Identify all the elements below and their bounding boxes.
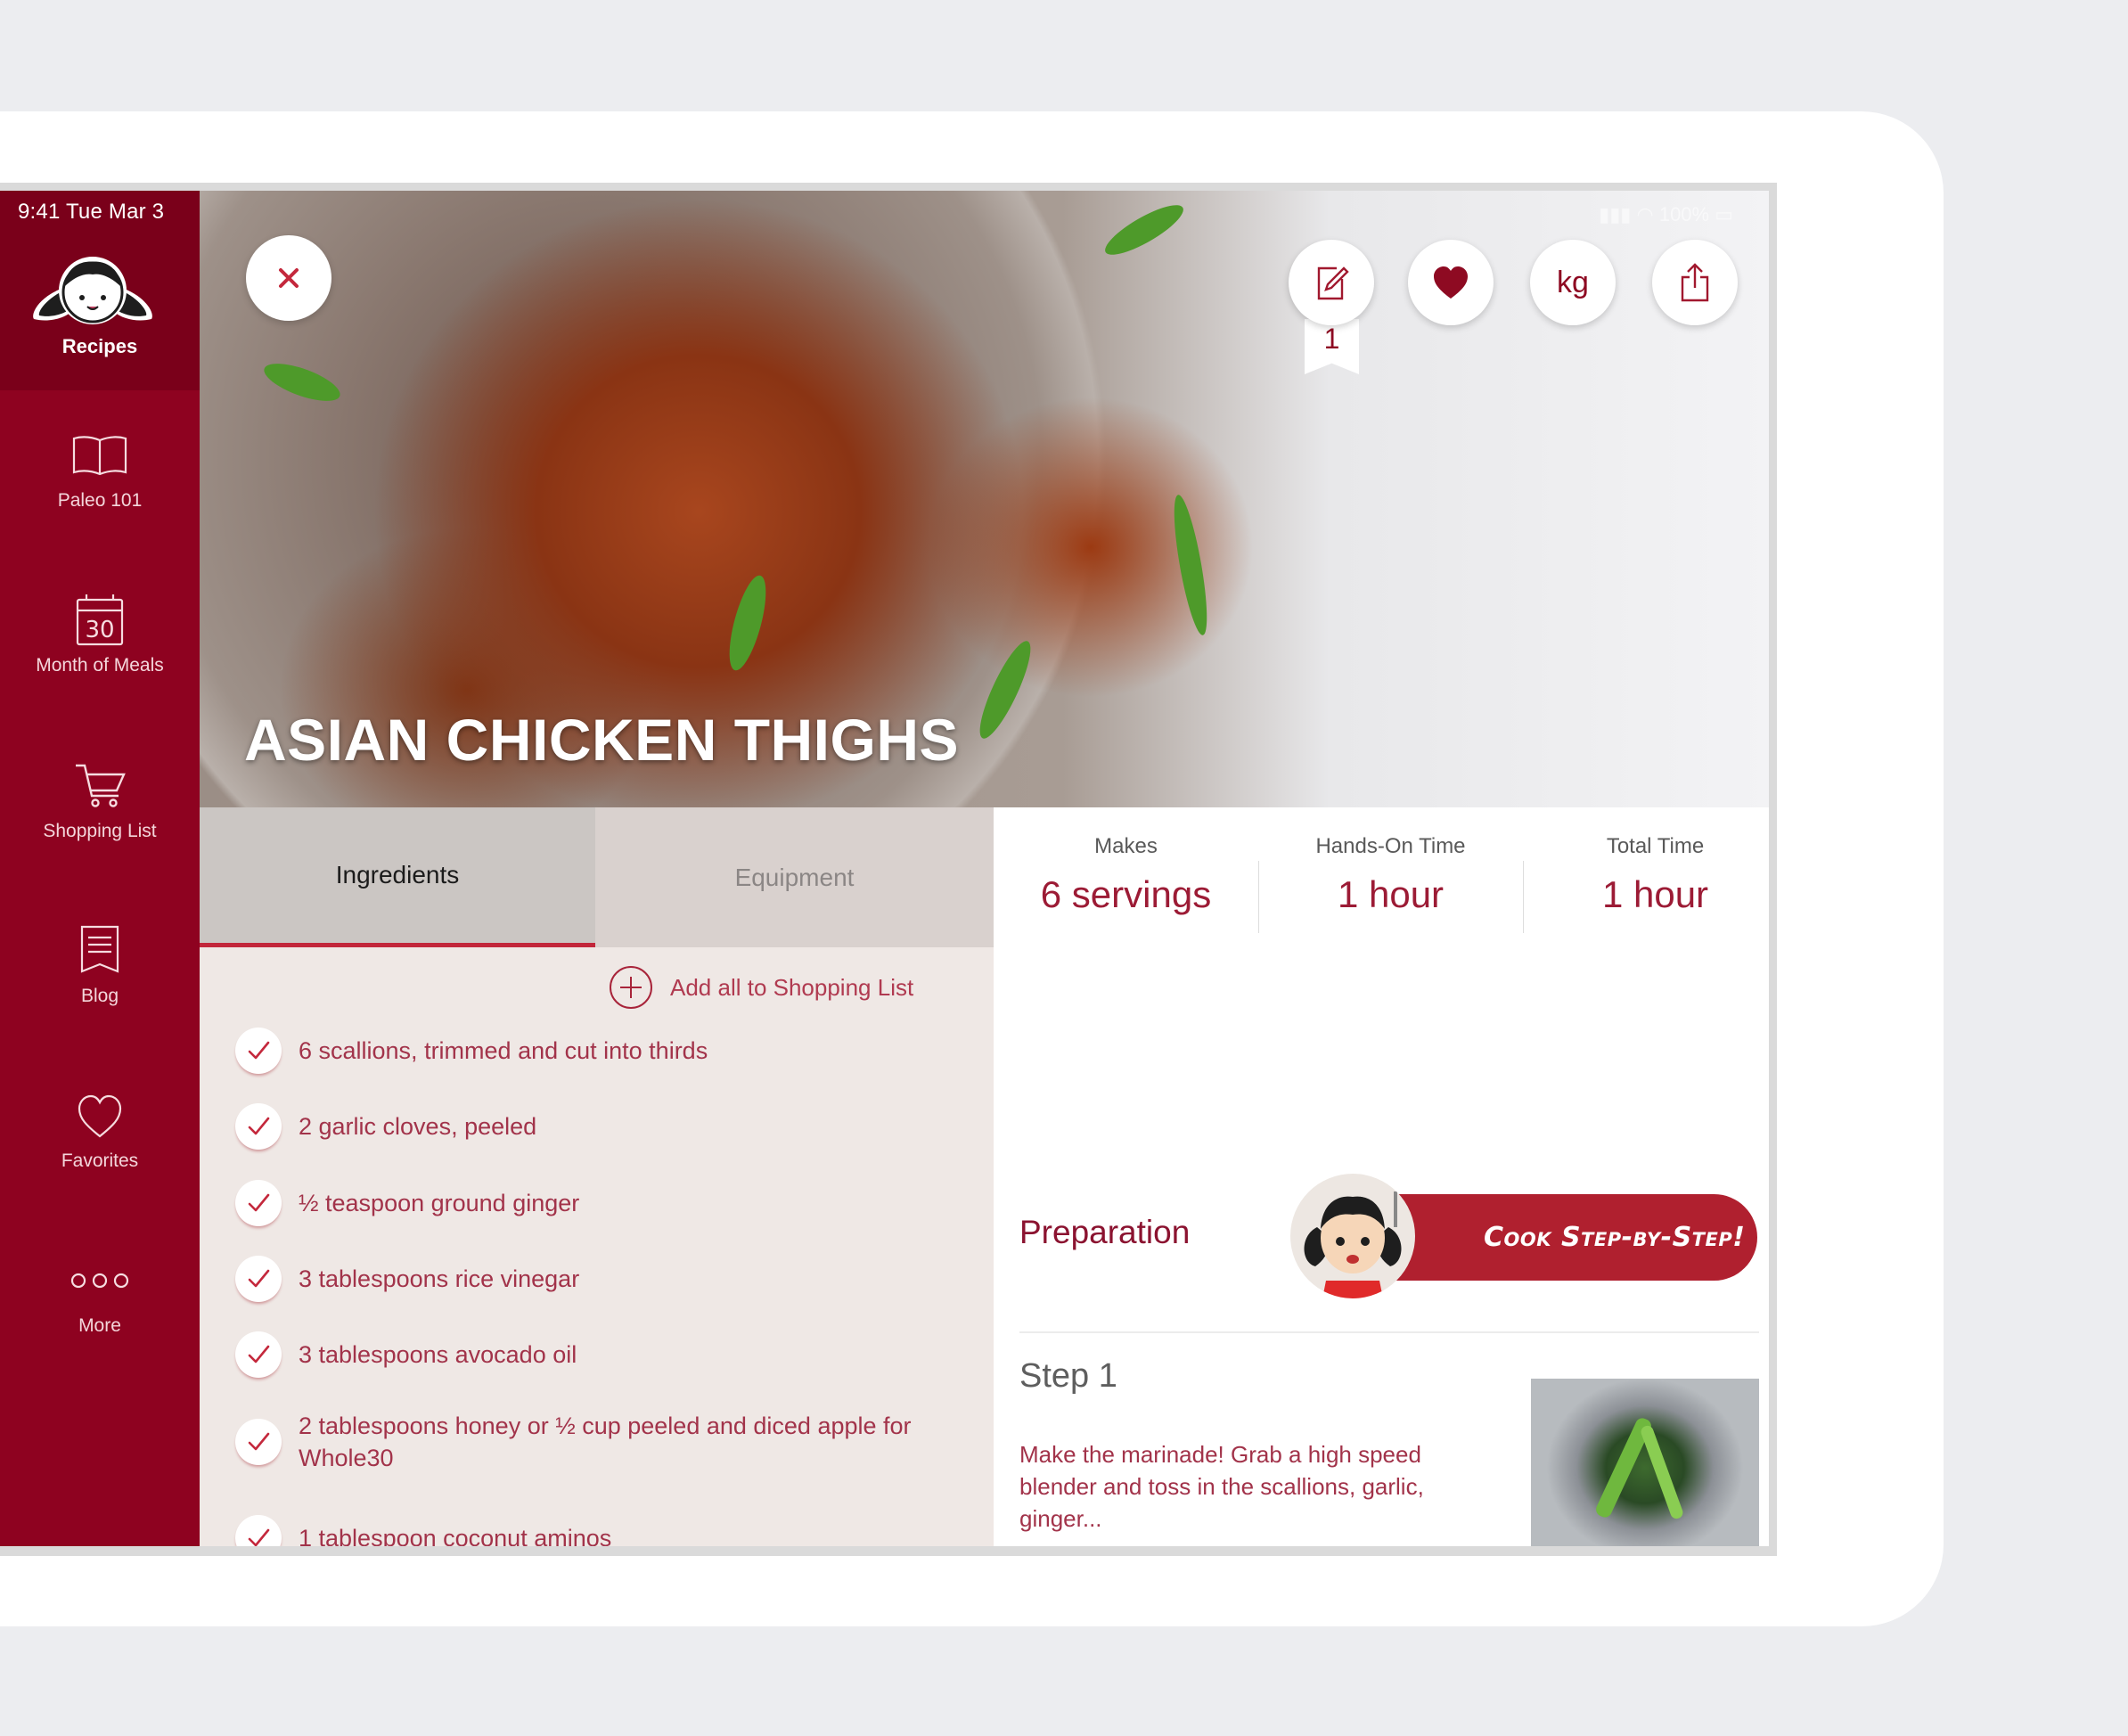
ingredient-checkbox[interactable] xyxy=(235,1256,282,1302)
ingredient-text: 3 tablespoons avocado oil xyxy=(299,1341,577,1368)
ingredient-checkbox[interactable] xyxy=(235,1180,282,1226)
ingredient-checkbox[interactable] xyxy=(235,1103,282,1150)
notes-button[interactable] xyxy=(1289,240,1374,325)
sidebar-item-more[interactable]: More xyxy=(0,1249,200,1401)
scallion-garnish xyxy=(259,356,345,409)
step-1-title: Step 1 xyxy=(1019,1357,1117,1395)
favorite-button[interactable] xyxy=(1408,240,1494,325)
ingredient-row: 3 tablespoons rice vinegar xyxy=(235,1256,984,1302)
chevron-right-icon: › xyxy=(1761,1220,1769,1255)
status-indicators: ▮▮▮ ◠ 100% ▭ xyxy=(1599,203,1733,225)
sidebar-item-favorites[interactable]: Favorites xyxy=(0,1085,200,1236)
ingredient-text: 3 tablespoons rice vinegar xyxy=(299,1265,580,1292)
sidebar-item-label: Shopping List xyxy=(43,821,157,841)
open-book-icon xyxy=(72,436,127,476)
ingredient-checkbox[interactable] xyxy=(235,1515,282,1546)
stat-makes: Makes 6 servings xyxy=(994,834,1258,916)
tab-ingredients[interactable]: Ingredients xyxy=(200,807,595,947)
stat-value: 1 hour xyxy=(1601,873,1709,915)
scallion-garnish xyxy=(1099,196,1190,264)
divider xyxy=(1019,1331,1759,1333)
ingredient-row: 3 tablespoons avocado oil xyxy=(235,1331,984,1378)
ingredient-checkbox[interactable] xyxy=(235,1419,282,1465)
sidebar-item-blog[interactable]: Blog xyxy=(0,920,200,1071)
ingredient-checkbox[interactable] xyxy=(235,1028,282,1074)
step-1-text: Make the marinade! Grab a high speed ble… xyxy=(1019,1441,1424,1532)
cook-step-by-step-button[interactable]: Cook Step-by-Step! › xyxy=(1384,1194,1769,1281)
scallion-garnish xyxy=(1167,493,1214,637)
plus-circle-icon xyxy=(610,966,652,1009)
ingredient-row: ½ teaspoon ground ginger xyxy=(235,1180,984,1226)
preparation-heading: Preparation xyxy=(1019,1214,1191,1250)
recipe-title: ASIAN CHICKEN THIGHS xyxy=(244,707,960,773)
calendar-icon: 30 xyxy=(76,594,124,646)
heart-outline-icon xyxy=(78,1094,122,1138)
recipe-details-panel: Makes 6 servings Hands-On Time 1 hour To… xyxy=(994,807,1769,1546)
ingredient-row: 2 garlic cloves, peeled xyxy=(235,1103,984,1150)
sidebar-item-label: Recipes xyxy=(61,335,138,357)
ingredient-row: 1 tablespoon coconut aminos xyxy=(235,1515,984,1546)
sidebar-item-shopping-list[interactable]: Shopping List xyxy=(0,755,200,906)
share-button[interactable] xyxy=(1652,240,1738,325)
status-time-date: 9:41 Tue Mar 3 xyxy=(18,200,165,224)
add-all-label: Add all to Shopping List xyxy=(670,973,914,1001)
sidebar-item-month-of-meals[interactable]: 30 Month of Meals xyxy=(0,589,200,741)
sidebar-item-label: Month of Meals xyxy=(36,655,164,676)
stat-label: Hands-On Time xyxy=(1315,834,1466,858)
ingredients-equipment-tabs: Ingredients Equipment xyxy=(200,807,994,947)
more-dots-icon xyxy=(70,1273,129,1289)
ingredient-row: 2 tablespoons honey or ½ cup peeled and … xyxy=(235,1410,984,1474)
checkmark-icon xyxy=(248,1528,270,1546)
units-label: kg xyxy=(1557,265,1589,299)
edit-note-icon xyxy=(1317,266,1349,300)
add-all-to-shopping-list-button[interactable]: Add all to Shopping List xyxy=(610,965,913,1010)
ingredients-list: Add all to Shopping List 6 scallions, tr… xyxy=(200,947,994,1546)
ingredient-text: 2 garlic cloves, peeled xyxy=(299,1113,537,1140)
sidebar-item-label: Blog xyxy=(80,986,119,1006)
ingredient-text: 2 tablespoons honey or ½ cup peeled and … xyxy=(299,1413,912,1471)
stat-label: Makes xyxy=(1094,834,1158,858)
sidebar-item-label: More xyxy=(78,1315,121,1336)
cook-button-label: Cook Step-by-Step! xyxy=(1484,1222,1746,1253)
ingredient-text: 6 scallions, trimmed and cut into thirds xyxy=(299,1037,708,1064)
heart-filled-icon xyxy=(1434,266,1468,299)
checkmark-icon xyxy=(248,1345,270,1363)
checkmark-icon xyxy=(248,1269,270,1288)
girl-face-logo-icon xyxy=(33,257,152,324)
units-toggle-button[interactable]: kg xyxy=(1530,240,1616,325)
svg-text:30: 30 xyxy=(85,617,114,643)
sidebar-item-label: Paleo 101 xyxy=(57,490,143,511)
close-button[interactable] xyxy=(246,235,331,321)
ingredient-row: 6 scallions, trimmed and cut into thirds xyxy=(235,1028,984,1074)
step-1-image[interactable] xyxy=(1531,1379,1759,1546)
stat-value: 6 servings xyxy=(1040,873,1212,915)
checkmark-icon xyxy=(248,1041,270,1060)
ingredient-text: 1 tablespoon coconut aminos xyxy=(299,1525,612,1546)
checkmark-icon xyxy=(248,1117,270,1135)
sidebar-item-paleo-101[interactable]: Paleo 101 xyxy=(0,424,200,576)
share-icon xyxy=(1681,263,1709,302)
sidebar-item-label: Favorites xyxy=(61,1151,139,1171)
ingredient-checkbox[interactable] xyxy=(235,1331,282,1378)
blog-page-icon xyxy=(80,925,119,973)
shopping-cart-icon xyxy=(76,764,126,807)
scallion-garnish xyxy=(970,635,1040,744)
sidebar: Recipes 9:41 Tue Mar 3 Paleo 101 30 Mont… xyxy=(0,191,200,1546)
stat-total-time: Total Time 1 hour xyxy=(1523,834,1769,916)
stat-value: 1 hour xyxy=(1337,873,1445,915)
close-icon xyxy=(279,268,299,288)
notes-count-badge: 1 xyxy=(1305,319,1359,374)
checkmark-icon xyxy=(248,1193,270,1212)
chef-mascot-avatar xyxy=(1290,1174,1415,1298)
stat-label: Total Time xyxy=(1606,834,1705,858)
ingredient-text: ½ teaspoon ground ginger xyxy=(299,1190,580,1216)
app-screen: Recipes 9:41 Tue Mar 3 Paleo 101 30 Mont… xyxy=(0,191,1769,1546)
tab-equipment[interactable]: Equipment xyxy=(595,807,994,947)
checkmark-icon xyxy=(248,1432,270,1451)
scallion-garnish xyxy=(722,571,773,675)
stat-hands-on-time: Hands-On Time 1 hour xyxy=(1258,834,1523,916)
